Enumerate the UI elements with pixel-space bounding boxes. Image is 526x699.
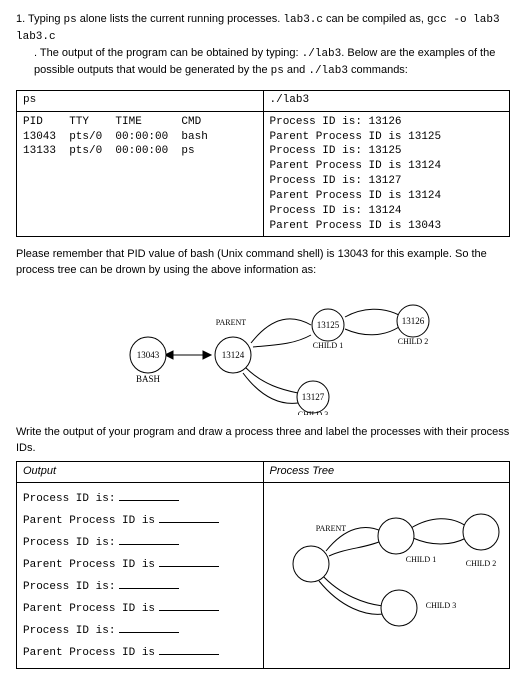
example-process-tree: 13043 BASH 13124 13125 CHILD 1 13126 CHI… (16, 285, 510, 415)
intro-text-b: alone lists the current running processe… (77, 13, 284, 25)
node-bash-label: BASH (136, 374, 161, 384)
node-13124: 13124 (222, 350, 245, 360)
table1-cell-ps: PID TTY TIME CMD 13043 pts/0 00:00:00 ba… (17, 111, 264, 237)
code-run: ./lab3 (302, 48, 342, 60)
node-13126: 13126 (402, 316, 425, 326)
lab3-output: Process ID is: 13126 Parent Process ID i… (270, 115, 504, 234)
note-text: Please remember that PID value of bash (… (16, 247, 510, 279)
table1-header-ps: ps (17, 90, 264, 111)
question-number: 1. (16, 13, 25, 25)
label-child3: CHILD 3 (298, 410, 328, 415)
code-ps: ps (64, 14, 77, 26)
prompt-2: Write the output of your program and dra… (16, 425, 510, 457)
ps-output: PID TTY TIME CMD 13043 pts/0 00:00:00 ba… (23, 115, 257, 160)
table2-header-tree: Process Tree (263, 462, 510, 483)
blank-field[interactable] (159, 643, 219, 655)
code-file: lab3.c (283, 14, 323, 26)
label-child2-blank: CHILD 2 (466, 559, 496, 568)
intro-text-a: Typing (28, 13, 63, 25)
table2-tree-cell: PARENT CHILD 1 CHILD 2 CHILD 3 (263, 483, 510, 669)
blank-field[interactable] (119, 577, 179, 589)
label-child1-blank: CHILD 1 (406, 555, 436, 564)
question-intro: 1. Typing ps alone lists the current run… (16, 12, 510, 80)
intro-text-f: and (284, 64, 308, 76)
intro-text-g: commands: (348, 64, 408, 76)
blank-field[interactable] (159, 599, 219, 611)
blank-process-tree: PARENT CHILD 1 CHILD 2 CHILD 3 (271, 486, 501, 636)
table2-output-cell: Process ID is: Parent Process ID is Proc… (17, 483, 264, 669)
intro-text-d: . The output of the program can be obtai… (34, 47, 302, 59)
blank-field[interactable] (119, 489, 179, 501)
edge-label-parent-blank: PARENT (316, 524, 346, 533)
blank-field[interactable] (119, 621, 179, 633)
output-blank-lines: Process ID is: Parent Process ID is Proc… (23, 489, 257, 662)
code-ps2: ps (271, 65, 284, 77)
node-bash: 13043 (137, 350, 160, 360)
example-output-table: ps ./lab3 PID TTY TIME CMD 13043 pts/0 0… (16, 90, 510, 238)
blank-field[interactable] (159, 511, 219, 523)
blank-field[interactable] (119, 533, 179, 545)
blank-field[interactable] (159, 555, 219, 567)
intro-text-c: can be compiled as, (323, 13, 427, 25)
node-13127: 13127 (302, 392, 325, 402)
table2-header-output: Output (17, 462, 264, 483)
edge-label-parent: PARENT (216, 318, 246, 327)
node-13125: 13125 (317, 320, 340, 330)
student-answer-table: Output Process Tree Process ID is: Paren… (16, 461, 510, 668)
code-run2: ./lab3 (308, 65, 348, 77)
table1-header-lab3: ./lab3 (263, 90, 510, 111)
label-child1: CHILD 1 (313, 341, 343, 350)
table1-cell-lab3: Process ID is: 13126 Parent Process ID i… (263, 111, 510, 237)
label-child2: CHILD 2 (398, 337, 428, 346)
label-child3-blank: CHILD 3 (426, 601, 456, 610)
